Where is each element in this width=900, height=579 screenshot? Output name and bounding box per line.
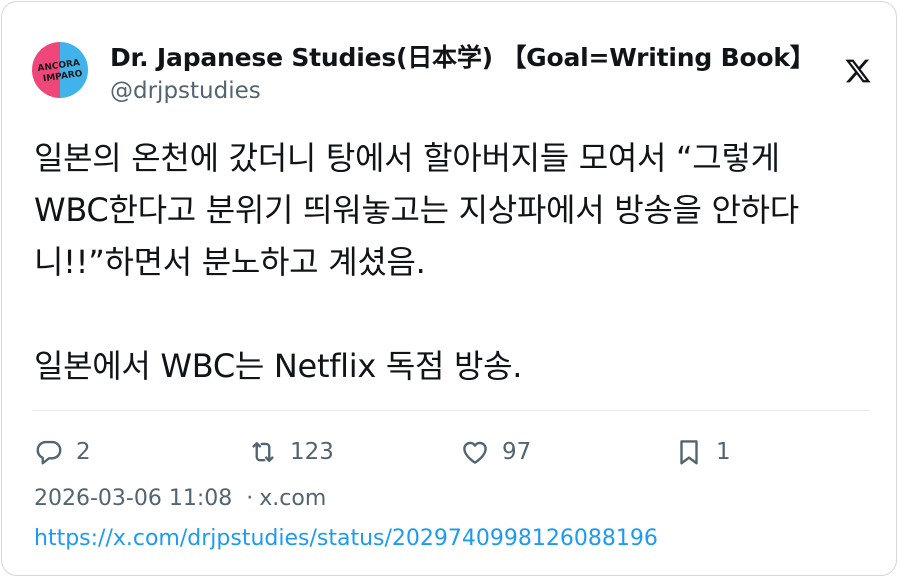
source[interactable]: x.com (259, 486, 326, 511)
tweet-text: 일본의 온천에 갔더니 탕에서 할아버지들 모여서 “그렇게 WBC한다고 분위… (34, 139, 799, 385)
x-logo-icon[interactable] (844, 57, 872, 85)
bookmark-icon (680, 440, 698, 465)
avatar-image: ANCORA IMPARO (37, 58, 83, 84)
retweet-button[interactable]: 123 (248, 434, 334, 470)
author-display-name[interactable]: Dr. Japanese Studies(日本学) 【Goal=Writing … (110, 38, 815, 74)
reply-icon (36, 440, 62, 465)
tweet-meta: 2026-03-06 11:08 · x.com (34, 486, 326, 511)
author-handle[interactable]: @drjpstudies (110, 78, 261, 104)
bookmark-button[interactable]: 1 (674, 434, 731, 470)
divider (32, 410, 870, 411)
retweet-count: 123 (290, 439, 334, 465)
meta-separator: · (246, 486, 254, 511)
tweet-card: ANCORA IMPARO Dr. Japanese Studies(日本学) … (1, 1, 897, 576)
heart-icon (463, 441, 487, 464)
reply-button[interactable]: 2 (34, 434, 91, 470)
timestamp[interactable]: 2026-03-06 11:08 (34, 486, 232, 511)
bookmark-count: 1 (716, 439, 731, 465)
retweet-icon (252, 442, 274, 462)
like-button[interactable]: 97 (460, 434, 531, 470)
reply-count: 2 (76, 439, 91, 465)
avatar[interactable]: ANCORA IMPARO (32, 42, 88, 98)
tweet-url-link[interactable]: https://x.com/drjpstudies/status/2029740… (34, 526, 658, 551)
like-count: 97 (502, 439, 532, 465)
